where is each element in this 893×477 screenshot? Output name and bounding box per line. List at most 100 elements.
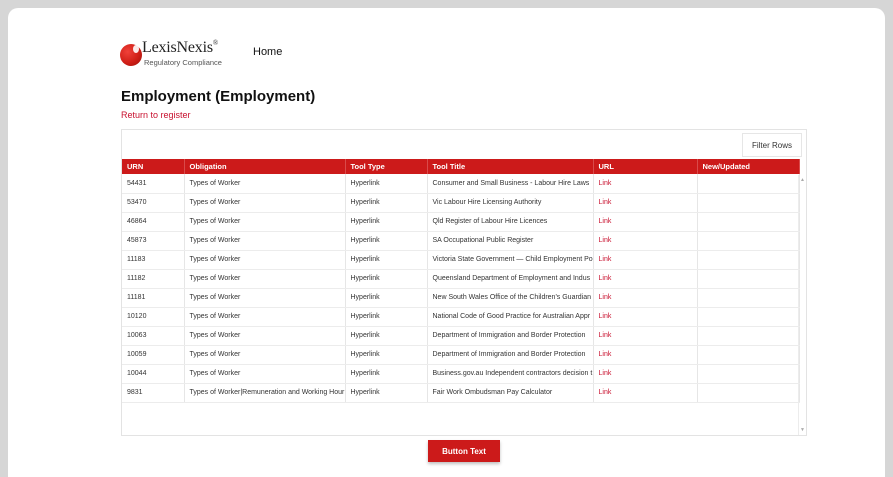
register-table-panel: Filter Rows URN Obligation Tool Type Too…	[121, 129, 807, 436]
cell-new-updated	[697, 269, 800, 289]
cell-tool-type: Hyperlink	[345, 193, 428, 213]
table-row: 9831 Types of Worker|Remuneration and Wo…	[122, 383, 800, 403]
cell-urn: 11182	[122, 269, 185, 289]
logo-subtitle: Regulatory Compliance	[144, 58, 222, 67]
column-header-urn[interactable]: URN	[122, 159, 185, 174]
cell-tool-type: Hyperlink	[345, 326, 428, 346]
cell-new-updated	[697, 345, 800, 365]
cell-urn: 11181	[122, 288, 185, 308]
cell-tool-title: Department of Immigration and Border Pro…	[427, 345, 594, 365]
column-header-tool-title[interactable]: Tool Title	[427, 159, 594, 174]
cell-new-updated	[697, 193, 800, 213]
cell-tool-title: Qld Register of Labour Hire Licences	[427, 212, 594, 232]
cell-urn: 10120	[122, 307, 185, 327]
cell-tool-type: Hyperlink	[345, 288, 428, 308]
cell-url-link[interactable]: Link	[593, 250, 698, 270]
cell-tool-type: Hyperlink	[345, 250, 428, 270]
cell-url-link[interactable]: Link	[593, 212, 698, 232]
cell-tool-title: New South Wales Office of the Children's…	[427, 288, 594, 308]
cell-tool-type: Hyperlink	[345, 269, 428, 289]
table-row: 11183 Types of Worker Hyperlink Victoria…	[122, 250, 800, 270]
cell-tool-type: Hyperlink	[345, 212, 428, 232]
cell-urn: 10063	[122, 326, 185, 346]
cell-new-updated	[697, 174, 800, 194]
cell-tool-title: Queensland Department of Employment and …	[427, 269, 594, 289]
table-row: 10063 Types of Worker Hyperlink Departme…	[122, 326, 800, 346]
cell-obligation: Types of Worker	[184, 364, 346, 384]
table-row: 10044 Types of Worker Hyperlink Business…	[122, 364, 800, 384]
cell-url-link[interactable]: Link	[593, 269, 698, 289]
cell-urn: 10059	[122, 345, 185, 365]
cell-tool-title: National Code of Good Practice for Austr…	[427, 307, 594, 327]
nav-home-link[interactable]: Home	[253, 46, 282, 58]
cell-obligation: Types of Worker	[184, 212, 346, 232]
table-header-row: URN Obligation Tool Type Tool Title URL …	[122, 159, 800, 174]
app-window: LexisNexis® Regulatory Compliance Home E…	[8, 8, 885, 477]
cell-tool-type: Hyperlink	[345, 307, 428, 327]
cell-url-link[interactable]: Link	[593, 193, 698, 213]
cell-new-updated	[697, 326, 800, 346]
lexisnexis-logo[interactable]: LexisNexis® Regulatory Compliance	[120, 38, 240, 70]
cell-new-updated	[697, 212, 800, 232]
header: LexisNexis® Regulatory Compliance Home	[120, 38, 620, 72]
cell-obligation: Types of Worker	[184, 307, 346, 327]
table-row: 11181 Types of Worker Hyperlink New Sout…	[122, 288, 800, 308]
filter-rows-button[interactable]: Filter Rows	[742, 133, 802, 157]
table-row: 11182 Types of Worker Hyperlink Queensla…	[122, 269, 800, 289]
table-row: 54431 Types of Worker Hyperlink Consumer…	[122, 174, 800, 194]
cell-url-link[interactable]: Link	[593, 345, 698, 365]
cell-tool-title: Fair Work Ombudsman Pay Calculator	[427, 383, 594, 403]
cell-obligation: Types of Worker	[184, 288, 346, 308]
table-scrollbar[interactable]: ▲ ▼	[798, 175, 806, 435]
cell-obligation: Types of Worker	[184, 174, 346, 194]
lexisnexis-ball-icon	[120, 44, 142, 66]
cell-new-updated	[697, 231, 800, 251]
scroll-up-arrow-icon[interactable]: ▲	[800, 177, 805, 183]
cell-tool-title: Business.gov.au Independent contractors …	[427, 364, 594, 384]
table-row: 10059 Types of Worker Hyperlink Departme…	[122, 345, 800, 365]
cell-tool-type: Hyperlink	[345, 383, 428, 403]
cell-urn: 53470	[122, 193, 185, 213]
register-table: URN Obligation Tool Type Tool Title URL …	[122, 159, 800, 403]
cell-urn: 45873	[122, 231, 185, 251]
cell-urn: 46864	[122, 212, 185, 232]
table-row: 53470 Types of Worker Hyperlink Vic Labo…	[122, 193, 800, 213]
column-header-obligation[interactable]: Obligation	[184, 159, 346, 174]
primary-action-button[interactable]: Button Text	[428, 440, 500, 462]
cell-new-updated	[697, 383, 800, 403]
cell-obligation: Types of Worker	[184, 250, 346, 270]
cell-url-link[interactable]: Link	[593, 307, 698, 327]
table-row: 10120 Types of Worker Hyperlink National…	[122, 307, 800, 327]
column-header-url[interactable]: URL	[593, 159, 698, 174]
cell-url-link[interactable]: Link	[593, 231, 698, 251]
cell-tool-type: Hyperlink	[345, 174, 428, 194]
cell-new-updated	[697, 250, 800, 270]
cell-url-link[interactable]: Link	[593, 326, 698, 346]
column-header-new-updated[interactable]: New/Updated	[697, 159, 800, 174]
cell-tool-title: SA Occupational Public Register	[427, 231, 594, 251]
return-to-register-link[interactable]: Return to register	[121, 110, 191, 120]
cell-obligation: Types of Worker	[184, 269, 346, 289]
cell-new-updated	[697, 307, 800, 327]
cell-obligation: Types of Worker	[184, 326, 346, 346]
cell-url-link[interactable]: Link	[593, 174, 698, 194]
cell-obligation: Types of Worker	[184, 345, 346, 365]
column-header-tool-type[interactable]: Tool Type	[345, 159, 428, 174]
cell-url-link[interactable]: Link	[593, 383, 698, 403]
cell-tool-type: Hyperlink	[345, 345, 428, 365]
cell-new-updated	[697, 288, 800, 308]
cell-new-updated	[697, 364, 800, 384]
scroll-down-arrow-icon[interactable]: ▼	[800, 427, 805, 433]
cell-url-link[interactable]: Link	[593, 288, 698, 308]
cell-tool-type: Hyperlink	[345, 231, 428, 251]
logo-name: LexisNexis®	[142, 39, 219, 56]
cell-tool-title: Vic Labour Hire Licensing Authority	[427, 193, 594, 213]
cell-url-link[interactable]: Link	[593, 364, 698, 384]
cell-tool-title: Consumer and Small Business - Labour Hir…	[427, 174, 594, 194]
cell-tool-title: Department of Immigration and Border Pro…	[427, 326, 594, 346]
cell-obligation: Types of Worker	[184, 193, 346, 213]
cell-urn: 10044	[122, 364, 185, 384]
cell-urn: 54431	[122, 174, 185, 194]
cell-obligation: Types of Worker|Remuneration and Working…	[184, 383, 346, 403]
page-title: Employment (Employment)	[121, 88, 316, 105]
